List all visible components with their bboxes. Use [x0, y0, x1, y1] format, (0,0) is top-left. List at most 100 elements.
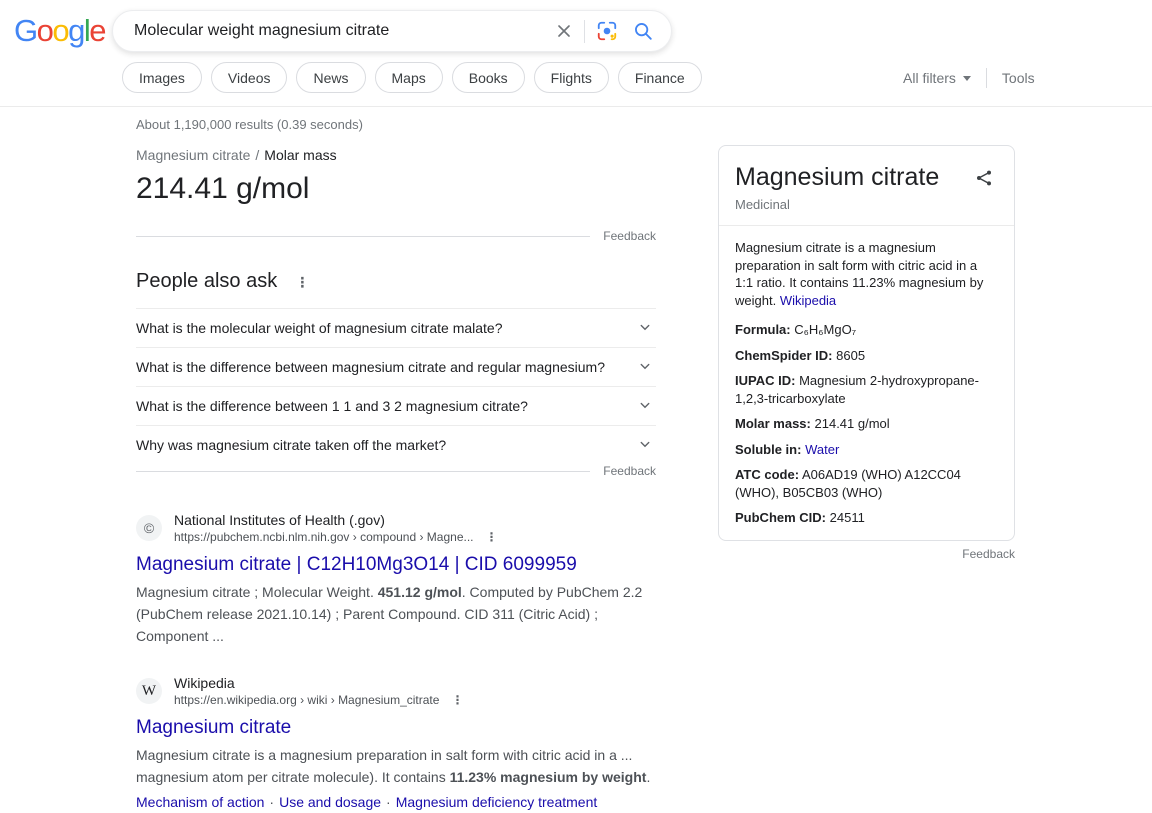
sitelink-mechanism-of-action[interactable]: Mechanism of action [136, 794, 264, 810]
tools-button[interactable]: Tools [1002, 70, 1035, 86]
results-column: About 1,190,000 results (0.39 seconds) M… [136, 117, 656, 813]
google-lens-icon[interactable] [594, 18, 620, 44]
paa-feedback-link[interactable]: Feedback [603, 464, 656, 478]
logo-letter: G [14, 13, 37, 48]
search-tools-area: All filters Tools [903, 68, 1035, 88]
result-url: https://en.wikipedia.org › wiki › Magnes… [174, 692, 439, 708]
paa-question-text: What is the difference between magnesium… [136, 359, 605, 375]
search-submit-icon[interactable] [630, 18, 656, 44]
people-also-ask: People also ask ⋮ What is the molecular … [136, 270, 656, 478]
chevron-down-icon [636, 435, 654, 456]
snippet-text: . [646, 769, 650, 785]
logo-letter: g [68, 13, 84, 48]
caret-down-icon [963, 76, 971, 81]
fact-label: IUPAC ID: [735, 373, 795, 388]
fact-label: Molar mass: [735, 416, 811, 431]
result-site-name: National Institutes of Health (.gov) [174, 511, 498, 529]
clear-search-icon[interactable] [551, 18, 577, 44]
fact-label: Formula: [735, 322, 791, 337]
paa-question[interactable]: What is the difference between magnesium… [136, 347, 656, 386]
tab-images[interactable]: Images [122, 62, 202, 93]
answer-box: Magnesium citrate/Molar mass 214.41 g/mo… [136, 147, 656, 243]
result-snippet: Magnesium citrate is a magnesium prepara… [136, 744, 656, 788]
snippet-bold-text: 451.12 g/mol [378, 584, 462, 600]
knowledge-panel-divider [719, 225, 1014, 226]
knowledge-panel-description: Magnesium citrate is a magnesium prepara… [735, 239, 998, 309]
sitelink-separator: · [386, 794, 391, 810]
all-filters-button[interactable]: All filters [903, 70, 971, 86]
result-source[interactable]: © National Institutes of Health (.gov) h… [136, 511, 656, 545]
fact-label: Soluble in: [735, 442, 801, 457]
snippet-text: Magnesium citrate ; Molecular Weight. [136, 584, 378, 600]
knowledge-panel-facts: Formula: C₆H₆MgO₇ ChemSpider ID: 8605 IU… [735, 321, 998, 527]
answer-divider [136, 236, 590, 237]
logo-letter: o [52, 13, 68, 48]
sitelink-magnesium-deficiency-treatment[interactable]: Magnesium deficiency treatment [396, 794, 598, 810]
knowledge-panel-column: Magnesium citrate Medicinal Magnesium ci… [718, 145, 1015, 561]
breadcrumb-root-link[interactable]: Magnesium citrate [136, 147, 250, 163]
google-search-results-page: Google Images Videos News [0, 0, 1152, 736]
chevron-down-icon [636, 318, 654, 339]
search-result-wikipedia: W Wikipedia https://en.wikipedia.org › w… [136, 674, 656, 813]
tab-videos[interactable]: Videos [211, 62, 288, 93]
breadcrumb-separator: / [255, 147, 259, 163]
result-site-name: Wikipedia [174, 674, 463, 692]
logo-letter: e [89, 13, 105, 48]
tab-news[interactable]: News [296, 62, 365, 93]
tab-flights[interactable]: Flights [534, 62, 609, 93]
water-link[interactable]: Water [805, 442, 839, 457]
fact-pubchem-cid: PubChem CID: 24511 [735, 509, 998, 527]
fact-formula: Formula: C₆H₆MgO₇ [735, 321, 998, 339]
tools-divider [986, 68, 987, 88]
knowledge-panel-title: Magnesium citrate [735, 163, 939, 192]
result-source[interactable]: W Wikipedia https://en.wikipedia.org › w… [136, 674, 656, 708]
breadcrumb: Magnesium citrate / Molar mass [136, 147, 656, 163]
sitelink-use-and-dosage[interactable]: Use and dosage [279, 794, 381, 810]
paa-question[interactable]: Why was magnesium citrate taken off the … [136, 425, 656, 464]
fact-chemspider-id: ChemSpider ID: 8605 [735, 347, 998, 365]
search-bar-divider [584, 20, 585, 43]
chevron-down-icon [636, 396, 654, 417]
more-vertical-icon[interactable]: ⋮ [451, 694, 463, 706]
paa-question-text: Why was magnesium citrate taken off the … [136, 437, 446, 453]
fact-value: 24511 [830, 510, 865, 525]
fact-atc-code: ATC code: A06AD19 (WHO) A12CC04 (WHO), B… [735, 466, 998, 501]
fact-label: ChemSpider ID: [735, 348, 833, 363]
snippet-bold-text: 11.23% magnesium by weight [450, 769, 647, 785]
wikipedia-favicon-icon: W [136, 678, 162, 704]
result-stats: About 1,190,000 results (0.39 seconds) [136, 117, 656, 132]
paa-question[interactable]: What is the difference between 1 1 and 3… [136, 386, 656, 425]
search-category-tabs: Images Videos News Maps Books Flights Fi… [122, 62, 702, 93]
tab-maps[interactable]: Maps [375, 62, 443, 93]
share-icon[interactable] [974, 168, 994, 188]
tab-books[interactable]: Books [452, 62, 525, 93]
breadcrumb-leaf: Molar mass [264, 147, 336, 163]
result-snippet: Magnesium citrate ; Molecular Weight. 45… [136, 581, 656, 647]
more-vertical-icon[interactable]: ⋮ [295, 275, 309, 289]
search-input[interactable] [113, 11, 551, 51]
tab-finance[interactable]: Finance [618, 62, 702, 93]
search-bar[interactable] [112, 10, 672, 52]
fact-value: 214.41 g/mol [815, 416, 890, 431]
result-sitelinks: Mechanism of action · Use and dosage · Magne… [136, 791, 656, 813]
more-vertical-icon[interactable]: ⋮ [486, 531, 498, 543]
result-url: https://pubchem.ncbi.nlm.nih.gov › compo… [174, 529, 474, 545]
chevron-down-icon [636, 357, 654, 378]
result-title-link[interactable]: Magnesium citrate | C12H10Mg3O14 | CID 6… [136, 554, 577, 576]
sitelink-separator: · [269, 794, 274, 810]
paa-question-text: What is the molecular weight of magnesiu… [136, 320, 503, 336]
knowledge-panel: Magnesium citrate Medicinal Magnesium ci… [718, 145, 1015, 541]
logo-letter: o [37, 13, 53, 48]
fact-value: C₆H₆MgO₇ [794, 322, 856, 337]
knowledge-panel-feedback-link[interactable]: Feedback [962, 547, 1015, 561]
wikipedia-source-link[interactable]: Wikipedia [780, 293, 836, 308]
knowledge-panel-subtitle: Medicinal [735, 197, 998, 212]
paa-question[interactable]: What is the molecular weight of magnesiu… [136, 308, 656, 347]
people-also-ask-title: People also ask [136, 270, 277, 293]
answer-feedback-link[interactable]: Feedback [603, 229, 656, 243]
paa-divider [136, 471, 590, 472]
search-result-pubchem: © National Institutes of Health (.gov) h… [136, 511, 656, 647]
fact-label: PubChem CID: [735, 510, 826, 525]
google-logo[interactable]: Google [14, 13, 105, 49]
fact-iupac-id: IUPAC ID: Magnesium 2-hydroxypropane-1,2… [735, 372, 998, 407]
